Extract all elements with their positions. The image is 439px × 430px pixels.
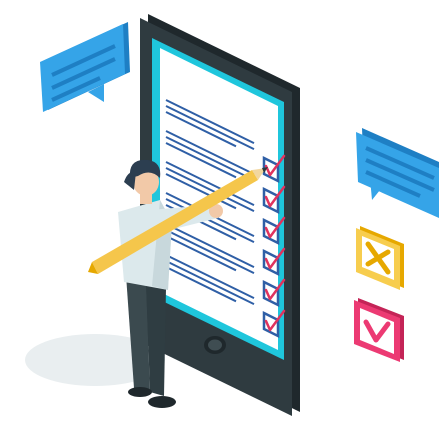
check-mark-icon <box>354 298 404 362</box>
illustration-canvas <box>25 14 439 416</box>
x-mark-icon <box>356 226 404 290</box>
person-shoe-left <box>128 387 152 397</box>
speech-bubble-right-icon <box>356 128 439 218</box>
checklist-illustration <box>0 0 439 430</box>
speech-bubble-left-icon <box>40 22 130 112</box>
person-shoe-right <box>148 396 176 408</box>
